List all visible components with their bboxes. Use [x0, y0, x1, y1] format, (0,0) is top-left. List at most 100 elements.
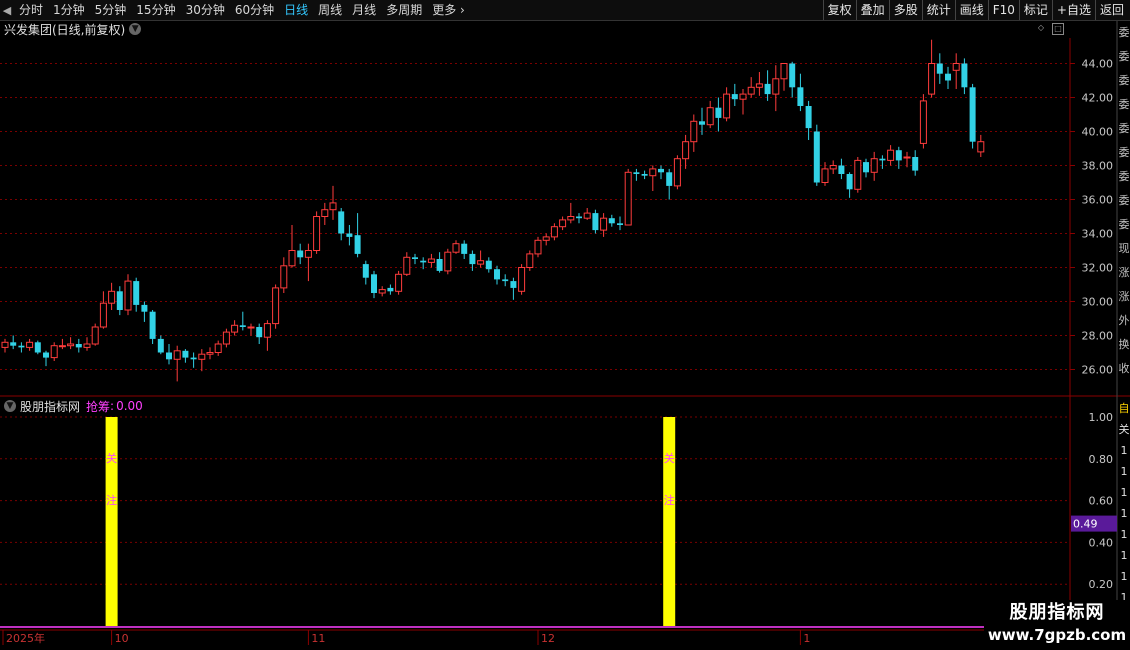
period-tab-6[interactable]: 日线 [279, 0, 313, 20]
candle [633, 168, 640, 181]
indicator-colon: : [110, 399, 115, 413]
quote-side-label: 委 [1118, 50, 1130, 63]
candle [673, 155, 681, 190]
candle-body [18, 345, 25, 348]
toolbar-button-4[interactable]: 画线 [954, 0, 988, 20]
candle [256, 323, 263, 344]
candle [518, 264, 526, 295]
candle-body [403, 256, 411, 275]
candle-body [928, 63, 936, 95]
indicator-side-label: 1 [1120, 528, 1128, 541]
indicator-side-label: 1 [1120, 444, 1128, 457]
candle-body [173, 350, 181, 360]
candle-body [99, 302, 107, 328]
period-tab-2[interactable]: 5分钟 [90, 0, 132, 20]
candle-body [797, 87, 804, 106]
toolbar-button-5[interactable]: F10 [987, 0, 1019, 20]
candle [805, 100, 812, 140]
candle [682, 134, 690, 169]
candle [559, 216, 567, 231]
price-tick-label: 30.00 [1082, 296, 1114, 309]
toolbar-button-6[interactable]: 标记 [1018, 0, 1052, 20]
indicator-tick-label: 0.60 [1089, 495, 1114, 508]
candle-body [75, 344, 82, 348]
quote-side-label: 涨 [1118, 290, 1130, 303]
candle-body [846, 174, 853, 190]
window-icon[interactable]: □ [1052, 23, 1064, 35]
candle [477, 250, 485, 268]
period-tab-5[interactable]: 60分钟 [230, 0, 279, 20]
candle [18, 342, 25, 353]
candle [436, 252, 443, 273]
candle [961, 58, 968, 95]
candle [583, 208, 591, 220]
candle-body [576, 216, 582, 219]
candle-body [362, 264, 369, 278]
indicator-side-label: 1 [1120, 486, 1128, 499]
chart-title-bar: 兴发集团(日线,前复权) ▼ [4, 21, 142, 37]
candle-body [297, 250, 304, 258]
candle [239, 311, 246, 331]
indicator-side-label: 1 [1120, 465, 1128, 478]
period-tab-10[interactable]: 更多 › [427, 0, 470, 20]
candle-body [829, 165, 837, 170]
candle-body [239, 325, 246, 327]
price-tick-label: 26.00 [1082, 364, 1114, 377]
indicator-value: 0.00 [116, 399, 143, 413]
candle [321, 202, 329, 225]
candle [329, 185, 337, 220]
indicator-side-label: 1 [1120, 570, 1128, 583]
candle-body [919, 100, 927, 144]
quote-side-label: 委 [1118, 146, 1130, 159]
candle-body [805, 106, 812, 129]
chevron-down-icon[interactable]: ▼ [4, 400, 16, 412]
candle [952, 53, 960, 89]
candle-body [427, 258, 435, 263]
signal-bar-label: 关 [106, 451, 117, 465]
candle-body [633, 172, 640, 174]
candle [829, 160, 837, 174]
period-tab-3[interactable]: 15分钟 [131, 0, 180, 20]
candle [412, 253, 418, 265]
candle [494, 265, 500, 285]
candle-body [526, 253, 534, 268]
price-tick-label: 36.00 [1082, 194, 1114, 207]
date-tick-label: 10 [115, 632, 129, 645]
period-tab-9[interactable]: 多周期 [381, 0, 427, 20]
toolbar-button-2[interactable]: 多股 [888, 0, 922, 20]
period-tab-8[interactable]: 月线 [347, 0, 381, 20]
period-tab-0[interactable]: 分时 [14, 0, 48, 20]
candle [731, 83, 738, 106]
period-tab-4[interactable]: 30分钟 [181, 0, 230, 20]
main-chart[interactable]: 44.00 42.00 40.00 38.00 36.00 34.00 32.00 30.00… [0, 0, 1130, 650]
toolbar-button-3[interactable]: 统计 [921, 0, 955, 20]
candle [592, 209, 599, 234]
candle [838, 158, 845, 180]
chevron-down-icon[interactable]: ▼ [129, 23, 142, 35]
diamond-icon[interactable]: ◇ [1036, 23, 1046, 33]
candle [108, 282, 116, 310]
candle-body [149, 311, 156, 339]
date-tick-label: 1 [803, 632, 810, 645]
candle [371, 270, 377, 299]
toolbar-button-1[interactable]: 叠加 [855, 0, 889, 20]
candle-body [321, 209, 329, 217]
candle-body [124, 280, 132, 311]
toolbar-button-8[interactable]: 返回 [1094, 0, 1130, 20]
quote-side-label: 外 [1118, 314, 1130, 327]
back-arrow-icon[interactable]: ◀ [0, 0, 14, 20]
candle [444, 248, 452, 275]
period-tab-7[interactable]: 周线 [313, 0, 347, 20]
period-tab-1[interactable]: 1分钟 [48, 0, 90, 20]
candle [297, 243, 304, 265]
period-toolbar: ◀ 分时 1分钟 5分钟 15分钟 30分钟 60分钟 日线 周线 月线 多周期 更多 › 复权 叠加… [0, 0, 1130, 21]
indicator-side-label: 1 [1120, 549, 1128, 562]
indicator-tick-label: 0.80 [1089, 453, 1114, 466]
candle [387, 284, 394, 295]
candle-body [272, 287, 280, 325]
watermark-url: www.7gpzb.com [987, 626, 1127, 644]
toolbar-button-0[interactable]: 复权 [822, 0, 856, 20]
watermark-box: 股朋指标网 www.7gpzb.com [984, 600, 1130, 650]
toolbar-button-7[interactable]: +自选 [1051, 0, 1095, 20]
candle-body [755, 83, 763, 88]
